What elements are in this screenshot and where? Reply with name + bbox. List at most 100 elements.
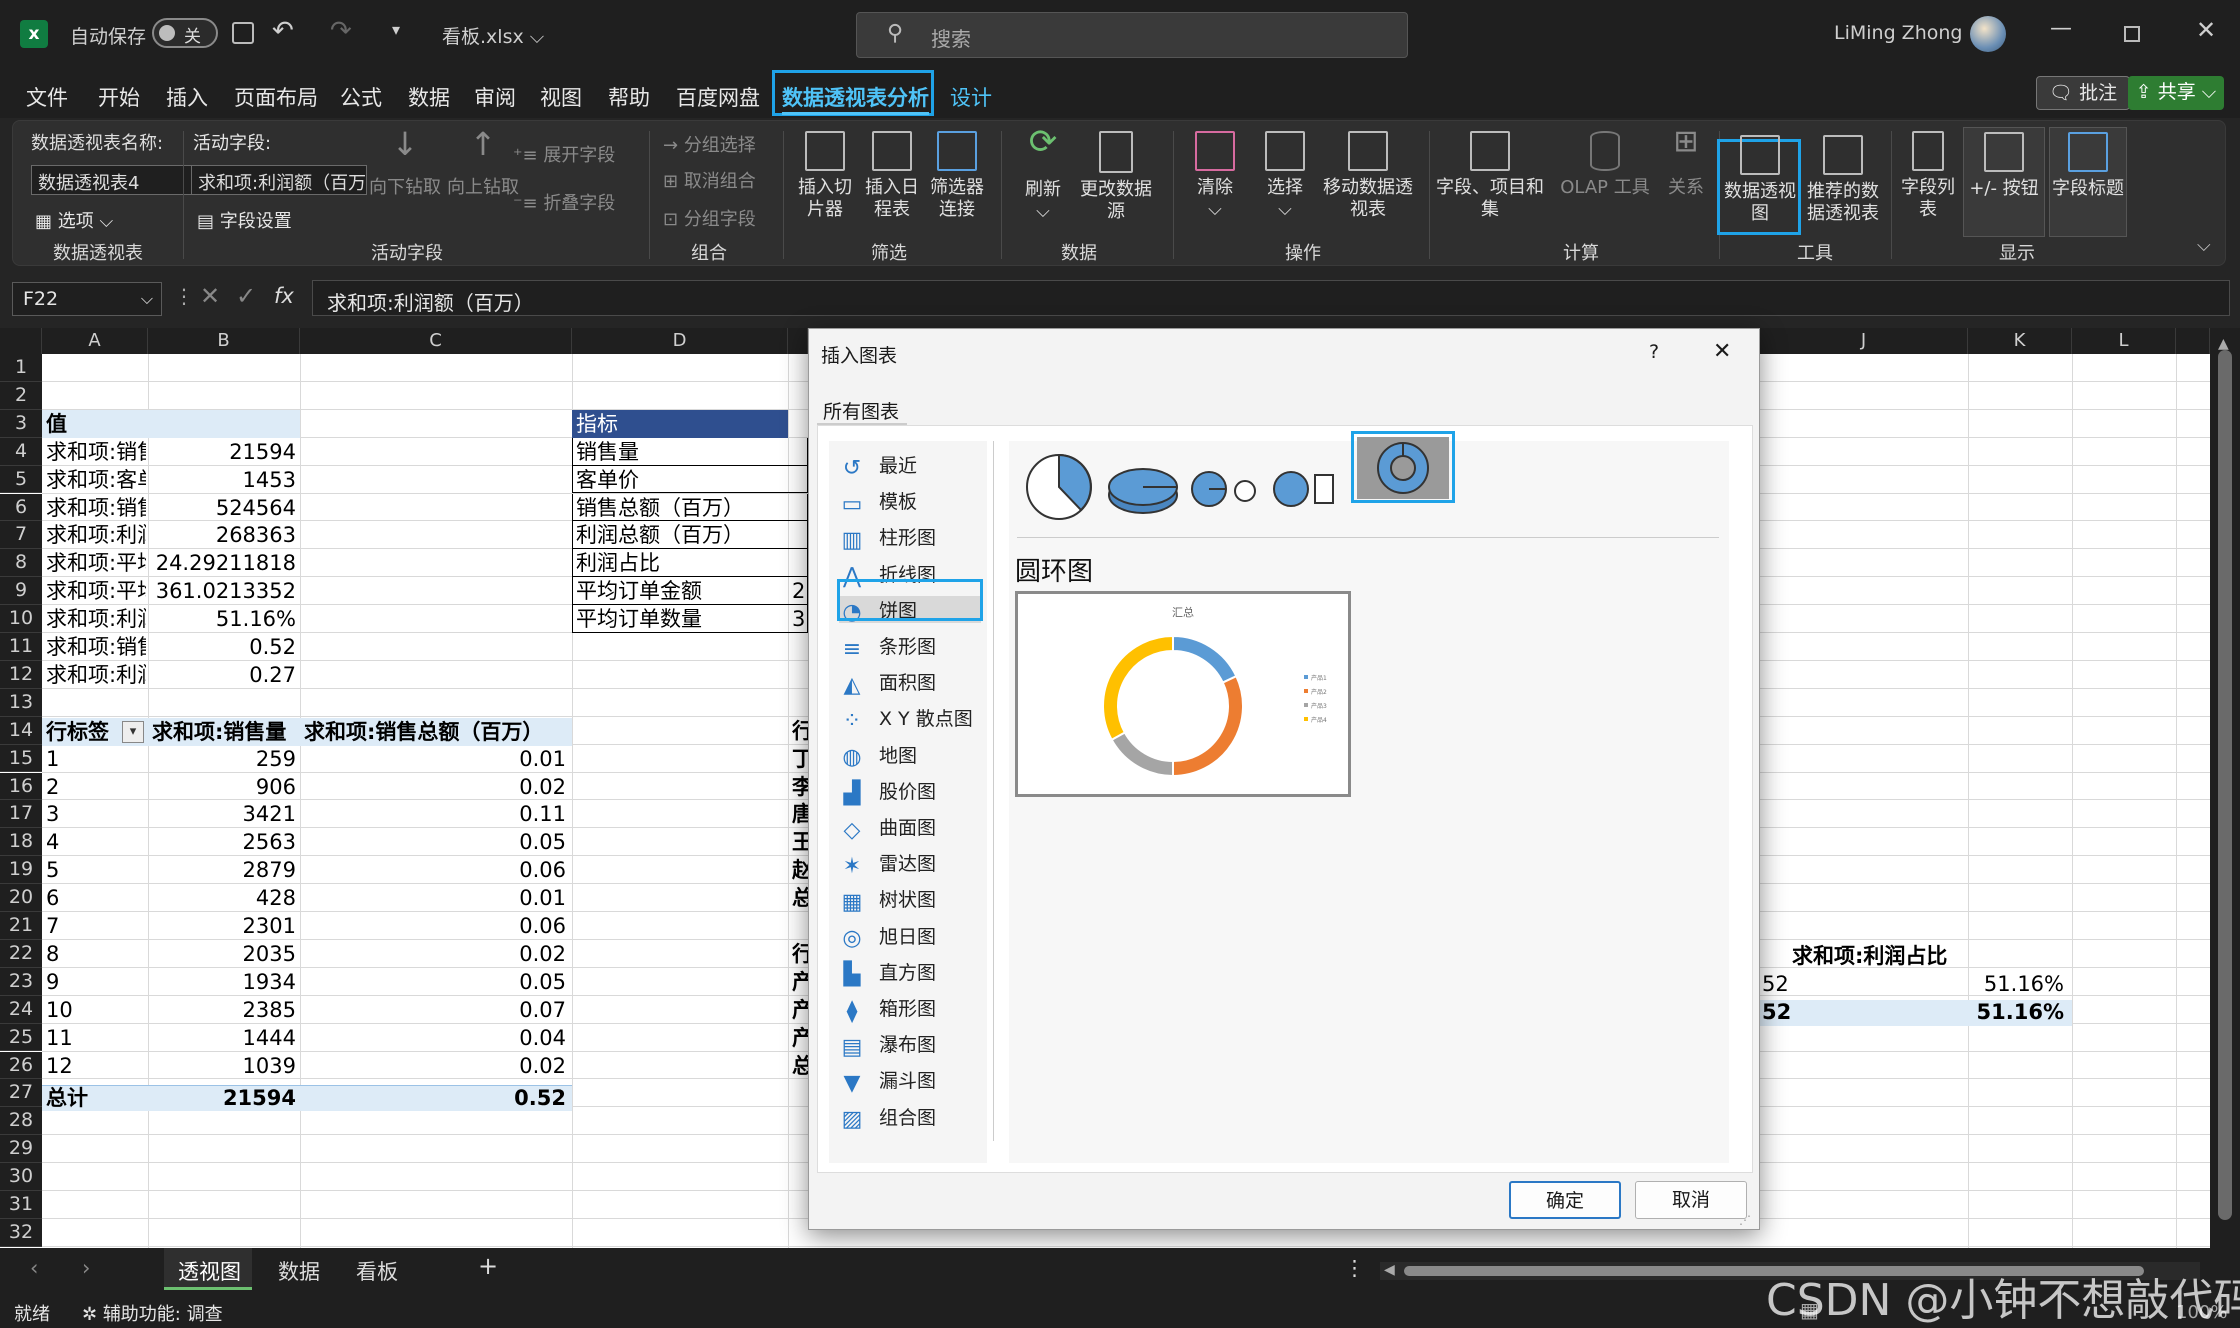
pivot-header-qty[interactable]: 求和项:销售量 — [152, 718, 286, 746]
pivot-row-sales[interactable]: 0.02 — [302, 940, 566, 968]
menu-pivot-analyze[interactable]: 数据透视表分析 — [782, 82, 929, 115]
col-header[interactable] — [788, 328, 808, 354]
pivot-chart-button[interactable]: 数据透视图 — [1721, 135, 1799, 225]
vertical-scrollbar[interactable]: ▲ — [2210, 328, 2240, 1248]
comments-button[interactable]: 🗨 批注 — [2036, 76, 2130, 110]
recommended-pivot-button[interactable]: 推荐的数据透视表 — [1803, 135, 1883, 225]
pivot-row-label[interactable]: 7 — [46, 912, 59, 940]
chart-type-1[interactable]: ▭ 模板 — [839, 487, 917, 517]
name-box[interactable]: F22 ⌵ — [12, 282, 162, 316]
row-header[interactable]: 27 — [0, 1079, 42, 1108]
right-pivot-header[interactable]: 求和项:利润占比 — [1792, 942, 1947, 970]
pivot-row-label[interactable]: 2 — [46, 773, 59, 801]
value-number[interactable]: 24.29211818 — [150, 549, 296, 577]
row-header[interactable]: 30 — [0, 1163, 42, 1191]
indicator-header[interactable]: 指标 — [576, 410, 618, 438]
pivot-row-label[interactable]: 1 — [46, 745, 59, 773]
expand-field-button[interactable]: ⁺≡ 展开字段 — [513, 141, 615, 167]
field-list-button[interactable]: 字段列表 — [1897, 131, 1959, 221]
restore-icon[interactable] — [2124, 26, 2140, 42]
e-col-cell[interactable]: 总 — [792, 884, 808, 912]
customize-qat-icon[interactable]: ▾ — [392, 20, 400, 39]
pivot-row-label[interactable]: 12 — [46, 1052, 73, 1080]
next-sheet-icon[interactable]: › — [82, 1256, 90, 1280]
pivot-row-sales[interactable]: 0.05 — [302, 828, 566, 856]
row-header[interactable]: 17 — [0, 800, 42, 829]
row-header[interactable]: 12 — [0, 660, 42, 689]
search-box[interactable]: ⚲ 搜索 — [856, 12, 1408, 58]
pivot-row-sales[interactable]: 0.02 — [302, 1052, 566, 1080]
pie3d-subtype-icon[interactable] — [1105, 459, 1181, 524]
sheet-tab-data[interactable]: 数据 — [278, 1256, 320, 1286]
row-header[interactable]: 13 — [0, 688, 42, 717]
value-number[interactable]: 0.52 — [150, 633, 296, 661]
options-button[interactable]: ▦ 选项 ⌵ — [35, 207, 113, 233]
chart-type-10[interactable]: ◇ 曲面图 — [839, 813, 936, 843]
group-selection-button[interactable]: → 分组选择 — [663, 131, 756, 157]
pivot-row-qty[interactable]: 2879 — [150, 856, 296, 884]
drill-down-button[interactable]: ↓ 向下钻取 — [361, 128, 449, 199]
pivot-row-label[interactable]: 6 — [46, 884, 59, 912]
pivot-row-label[interactable]: 10 — [46, 996, 73, 1024]
indicator-label[interactable]: 销售量 — [576, 438, 786, 466]
row-header[interactable]: 29 — [0, 1135, 42, 1164]
pivot-row-sales[interactable]: 0.01 — [302, 884, 566, 912]
indicator-label[interactable]: 利润总额（百万） — [576, 521, 786, 549]
filename[interactable]: 看板.xlsx ⌵ — [442, 22, 544, 49]
field-headers-button[interactable]: 字段标题 — [2049, 127, 2127, 237]
chart-type-8[interactable]: ◍ 地图 — [839, 741, 917, 771]
col-header[interactable]: B — [148, 328, 300, 354]
sheet-tab-pivotchart[interactable]: 透视图 — [178, 1256, 241, 1286]
row-header[interactable]: 31 — [0, 1191, 42, 1219]
pivot-row-sales[interactable]: 0.07 — [302, 996, 566, 1024]
row-header[interactable]: 18 — [0, 828, 42, 857]
value-label[interactable]: 求和项:平均 — [46, 577, 146, 605]
e-col-cell[interactable]: 产 — [792, 996, 808, 1024]
value-label[interactable]: 求和项:销售 — [46, 633, 146, 661]
row-header[interactable]: 8 — [0, 549, 42, 578]
pivot-row-qty[interactable]: 2035 — [150, 940, 296, 968]
chart-type-14[interactable]: ▙ 直方图 — [839, 958, 936, 988]
ok-button[interactable]: 确定 — [1509, 1181, 1621, 1219]
pivot-row-sales[interactable]: 0.06 — [302, 912, 566, 940]
e-col-cell[interactable]: 行 — [792, 717, 808, 745]
indicator-label[interactable]: 利润占比 — [576, 549, 786, 577]
chart-type-15[interactable]: ⧫ 箱形图 — [839, 994, 936, 1024]
menu-file[interactable]: 文件 — [26, 82, 68, 112]
pivot-row-sales[interactable]: 0.01 — [302, 745, 566, 773]
add-sheet-button[interactable]: + — [478, 1252, 498, 1280]
undo-icon[interactable]: ↶ — [272, 16, 294, 46]
chart-type-6[interactable]: ◭ 面积图 — [839, 668, 936, 698]
pivot-row-qty[interactable]: 2301 — [150, 912, 296, 940]
tab-all-charts[interactable]: 所有图表 — [817, 391, 907, 425]
right-cell[interactable]: 51.16% — [1970, 970, 2064, 998]
formula-input[interactable]: 求和项:利润额（百万） — [312, 280, 2230, 316]
row-header[interactable]: 32 — [0, 1218, 42, 1247]
clear-button[interactable]: 清除 ⌵ — [1185, 131, 1245, 221]
accessibility-button[interactable]: ✲ 辅助功能: 调查 — [82, 1300, 223, 1326]
pivot-row-qty[interactable]: 259 — [150, 745, 296, 773]
chart-type-17[interactable]: ▼ 漏斗图 — [839, 1066, 936, 1096]
value-label[interactable]: 求和项:利润 — [46, 605, 146, 633]
pivot-row-label[interactable]: 8 — [46, 940, 59, 968]
pivot-row-label[interactable]: 11 — [46, 1024, 73, 1052]
pivot-row-qty[interactable]: 906 — [150, 773, 296, 801]
chart-type-2[interactable]: ▥ 柱形图 — [839, 523, 936, 553]
e-col-cell[interactable]: 唐 — [792, 800, 808, 828]
row-header[interactable]: 1 — [0, 354, 42, 382]
value-number[interactable]: 0.27 — [150, 661, 296, 689]
save-icon[interactable] — [232, 22, 254, 44]
menu-data[interactable]: 数据 — [408, 82, 450, 112]
pivot-row-qty[interactable]: 2385 — [150, 996, 296, 1024]
col-header[interactable]: L — [2072, 328, 2176, 354]
indicator-value[interactable]: 3 — [792, 605, 808, 633]
pivot-row-qty[interactable]: 1039 — [150, 1052, 296, 1080]
row-header[interactable]: 11 — [0, 633, 42, 661]
share-button[interactable]: ⇪ 共享 ⌵ — [2128, 76, 2224, 110]
group-field-button[interactable]: ⊡ 分组字段 — [663, 205, 756, 231]
insert-function-icon[interactable]: fx — [274, 284, 294, 308]
chart-preview[interactable]: 汇总 产品1 产品2 产品3 产品4 — [1015, 591, 1351, 797]
drill-up-button[interactable]: ↑ 向上钻取 — [445, 128, 521, 199]
insert-slicer-button[interactable]: 插入切片器 — [795, 131, 855, 221]
value-label[interactable]: 求和项:销售量 — [46, 438, 146, 466]
